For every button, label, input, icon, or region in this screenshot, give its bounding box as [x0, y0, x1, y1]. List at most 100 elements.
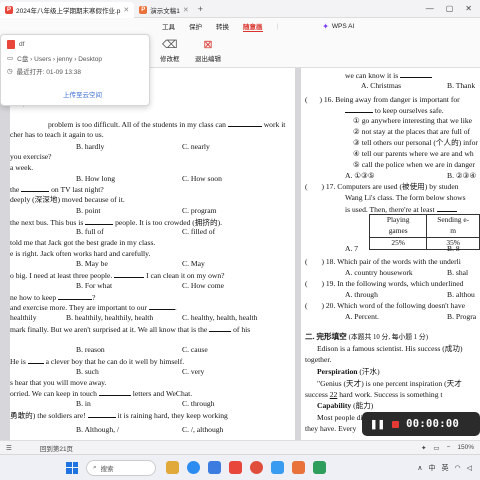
app-icon[interactable]	[271, 461, 284, 474]
option-b: B. full of	[76, 227, 104, 236]
ai-icon[interactable]: ✦	[421, 444, 426, 452]
close-icon[interactable]: ✕	[183, 6, 189, 14]
exit-edit-button[interactable]: ⊠ 退出编辑	[195, 40, 221, 64]
tab-pdf-document[interactable]: P 2024年八年级上学期期末寒假作业.p ✕	[0, 1, 135, 18]
chrome-icon[interactable]	[250, 461, 263, 474]
input-lang[interactable]: 中	[429, 463, 436, 473]
folder-icon: ▭	[7, 55, 14, 62]
edge-browser-icon[interactable]	[187, 461, 200, 474]
text-line: a week.	[10, 163, 34, 172]
option-c: C. through	[182, 399, 215, 408]
section-heading: 二. 完形填空 (本题共 10 分, 每小题 1 分)	[305, 332, 428, 341]
menu-protect[interactable]: 保护	[189, 21, 202, 31]
wps-icon[interactable]	[229, 461, 242, 474]
option-b: B. For what	[76, 281, 113, 290]
search-icon: ⌕	[93, 463, 97, 471]
option-b: B. Thank	[447, 81, 476, 90]
presentation-app-icon[interactable]	[292, 461, 305, 474]
screen-recorder: ❚❚ 00:00:00	[362, 412, 480, 436]
text-line: 勇敢的) the soldiers are! it is raining har…	[10, 411, 228, 420]
ribbon-menu: 工具 保护 转换 随意画 | ✦ WPS AI	[0, 18, 480, 34]
view-icon[interactable]: ▭	[433, 444, 439, 452]
menu-convert[interactable]: 转换	[216, 21, 229, 31]
text-line: cher has to teach it again to us.	[10, 130, 104, 139]
text-line: ( ) 17. Computers are used (被使用) by stud…	[305, 182, 459, 191]
menu-tools[interactable]: 工具	[162, 21, 175, 31]
text-line: ④ tell our parents where we are and wh	[353, 149, 474, 158]
text-line: ( ) 19. In the following words, which un…	[305, 279, 464, 288]
option-b: B. such	[76, 367, 99, 376]
option-b: B. healthily, healthily, health	[66, 313, 154, 322]
stop-icon[interactable]	[392, 420, 400, 428]
wifi-icon[interactable]: ◠	[455, 464, 461, 472]
option-b: B. shal	[447, 268, 469, 277]
page-info[interactable]: 回到第21页	[40, 443, 73, 453]
text-line: you exercise?	[10, 152, 52, 161]
upload-cloud-link[interactable]: 上传至云空间	[63, 89, 102, 99]
text-line: "Genius (天才) is one percent inspiration …	[317, 379, 462, 388]
option-a: A. through	[345, 290, 378, 299]
option-c: C. How soon	[182, 174, 222, 183]
zoom-out-icon[interactable]: −	[447, 444, 451, 452]
popup-recent: 最近打开: 01-09 13:38	[16, 69, 81, 76]
sparkle-icon: ✦	[322, 21, 329, 31]
text-line: orried. We can keep in touch letters and…	[10, 389, 193, 398]
option-a: A. Percent.	[345, 312, 379, 321]
wechat-icon[interactable]	[313, 461, 326, 474]
close-window-icon[interactable]: ✕	[465, 4, 472, 13]
option-c: C. nearly	[182, 142, 210, 151]
option-c: C. How come	[182, 281, 224, 290]
taskbar-search[interactable]: ⌕ 搜索	[86, 459, 156, 476]
usage-table: Playing games Sending e-m 25% 35%	[368, 214, 480, 250]
zoom-level[interactable]: 150%	[457, 444, 474, 452]
text-line: ② not stay at the places that are full o…	[353, 127, 471, 136]
maximize-icon[interactable]: ▢	[446, 4, 454, 13]
text-line: ⑤ call the police when we are in danger	[353, 160, 475, 169]
taskbar: ⌕ 搜索 ∧ 中 英 ◠ ◁	[0, 454, 480, 480]
volume-icon[interactable]: ◁	[467, 464, 472, 472]
wps-ai-label: WPS AI	[331, 22, 355, 30]
modify-frame-button[interactable]: ⌫ 修改框	[160, 40, 180, 64]
tab-label: 演示文稿1	[150, 7, 180, 15]
presentation-icon: P	[139, 5, 148, 14]
option-b: B. hardly	[76, 142, 105, 151]
option-b: B. point	[76, 206, 101, 215]
option-c: C. healthy, health, health	[182, 313, 258, 322]
document-page-right: we can know it is A. Christmas B. Thank …	[301, 68, 480, 440]
close-icon[interactable]: ✕	[123, 6, 129, 14]
input-mode[interactable]: 英	[442, 463, 449, 473]
recent-file-popup[interactable]: df ▭ C盘 › Users › jenny › Desktop ◷ 最近打开…	[0, 34, 150, 106]
exit-edit-label: 退出编辑	[195, 56, 221, 63]
document-page-left: 0 分) problem is too difficult. All of th…	[10, 68, 295, 440]
left-gutter	[0, 68, 10, 446]
option-a: A. country housework	[345, 268, 413, 277]
file-explorer-icon[interactable]	[166, 461, 179, 474]
subheading: Perspiration (汗水)	[317, 367, 380, 376]
tab-presentation[interactable]: P 演示文稿1 ✕	[134, 2, 194, 18]
option-b: B. 8	[447, 244, 460, 253]
tray-chevron-icon[interactable]: ∧	[417, 464, 422, 472]
text-line: ① go anywhere interesting that we like	[353, 116, 472, 125]
option-a: A. ①③⑤	[345, 171, 375, 180]
windows-start-icon[interactable]	[66, 461, 78, 474]
text-line: together.	[305, 355, 332, 364]
option-a: A. 7	[345, 244, 359, 253]
menu-freehand[interactable]: 随意画	[243, 21, 263, 32]
ribbon-divider: |	[276, 22, 279, 30]
table-cell: 25%	[368, 236, 428, 250]
tab-label: 2024年八年级上学期期末寒假作业.p	[16, 7, 121, 15]
option-b: B. in	[76, 399, 91, 408]
option-c: C. /, although	[182, 425, 224, 434]
modify-frame-label: 修改框	[160, 56, 180, 63]
new-tab-icon[interactable]: +	[198, 4, 203, 14]
option-c: C. May	[182, 259, 205, 268]
store-icon[interactable]	[208, 461, 221, 474]
wps-ai-button[interactable]: ✦ WPS AI	[322, 22, 354, 31]
pause-icon[interactable]: ❚❚	[370, 419, 385, 430]
popup-path: C盘 › Users › jenny › Desktop	[17, 56, 103, 63]
sidebar-toggle-icon[interactable]: ☰	[6, 444, 12, 452]
subheading: Capability (能力)	[317, 401, 374, 410]
minimize-icon[interactable]: —	[426, 4, 434, 13]
option-a: A. Christmas	[361, 81, 402, 90]
text-line: ( ) 18. Which pair of the words with the…	[305, 257, 461, 266]
